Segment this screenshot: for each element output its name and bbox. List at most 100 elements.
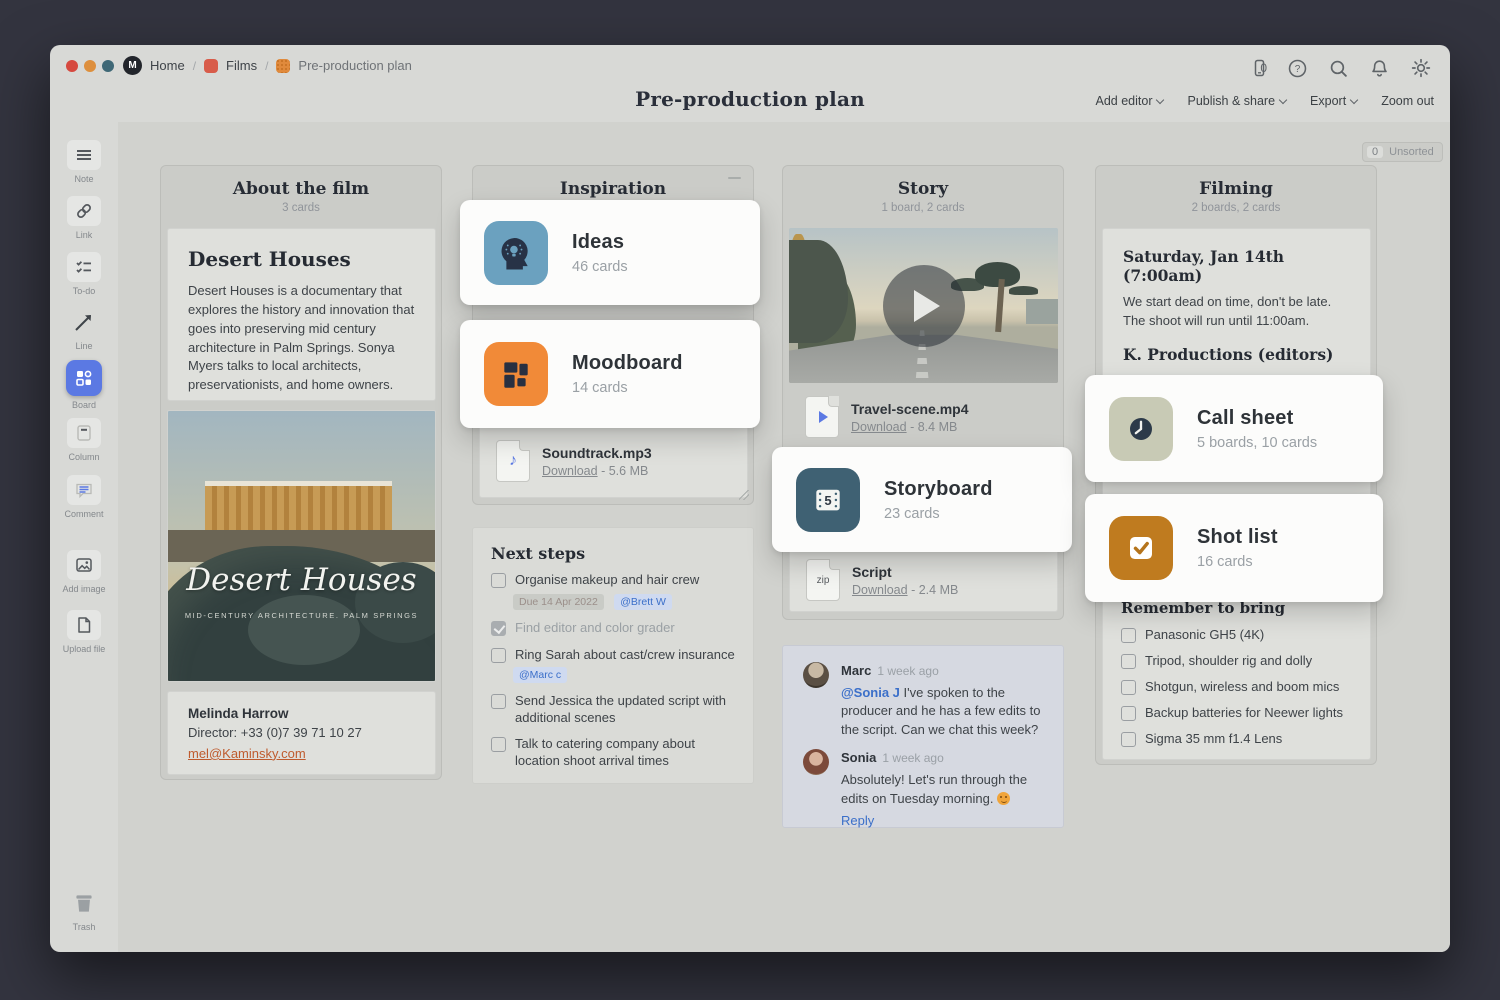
todo-item: Send Jessica the updated script with add…: [491, 693, 737, 727]
note-card-desert-houses[interactable]: Desert Houses Desert Houses is a documen…: [167, 228, 436, 401]
checkbox-unchecked[interactable]: [1121, 706, 1136, 721]
board-card-moodboard[interactable]: Moodboard 14 cards: [460, 320, 760, 428]
checkbox-checked[interactable]: [491, 621, 506, 636]
file-card-soundtrack[interactable]: ♪ Soundtrack.mp3 Download - 5.6 MB: [479, 424, 748, 498]
sidebar-item-todo[interactable]: To-do: [50, 252, 118, 296]
add-editor-button[interactable]: Add editor: [1096, 94, 1164, 108]
board-card-storyboard[interactable]: 5 Storyboard 23 cards: [772, 447, 1072, 552]
file-card-script[interactable]: zip Script Download - 2.4 MB: [789, 548, 1058, 612]
board-card-ideas[interactable]: Ideas 46 cards: [460, 200, 760, 305]
todo-item: Ring Sarah about cast/crew insurance: [491, 647, 737, 664]
breadcrumb-home[interactable]: Home: [150, 58, 185, 73]
breadcrumb-current[interactable]: Pre-production plan: [298, 58, 411, 73]
sidebar-item-column[interactable]: Column: [50, 418, 118, 462]
video-palm-trunk: [995, 279, 1005, 332]
video-file-icon: [805, 396, 839, 438]
export-button[interactable]: Export: [1310, 94, 1357, 108]
close-window-button[interactable]: [66, 60, 78, 72]
due-date-tag[interactable]: Due 14 Apr 2022: [513, 594, 604, 610]
download-link[interactable]: Download: [852, 583, 908, 597]
contact-card[interactable]: Melinda Harrow Director: +33 (0)7 39 71 …: [167, 691, 436, 775]
column-title[interactable]: About the film: [161, 179, 441, 199]
minimize-window-button[interactable]: [84, 60, 96, 72]
file-name: Soundtrack.mp3: [542, 445, 652, 461]
smile-emoji: [997, 792, 1010, 805]
sidebar-item-link[interactable]: Link: [50, 196, 118, 240]
todo-item: Sigma 35 mm f1.4 Lens: [1121, 731, 1357, 748]
column-title[interactable]: Inspiration: [473, 179, 753, 199]
unsorted-badge[interactable]: 0 Unsorted: [1362, 142, 1443, 162]
todo-item: Find editor and color grader: [491, 620, 737, 637]
board-card-count: 14 cards: [572, 380, 683, 396]
board-card-count: 46 cards: [572, 259, 628, 275]
checkbox-unchecked[interactable]: [491, 648, 506, 663]
sidebar-item-comment[interactable]: Comment: [50, 475, 118, 519]
zoom-window-button[interactable]: [102, 60, 114, 72]
todo-item: Tripod, shoulder rig and dolly: [1121, 653, 1357, 670]
todo-item: Backup batteries for Neewer lights: [1121, 705, 1357, 722]
checkbox-unchecked[interactable]: [1121, 680, 1136, 695]
window-controls[interactable]: [66, 60, 114, 72]
link-icon: [74, 201, 94, 221]
note-body: We start dead on time, don't be late. Th…: [1123, 293, 1350, 331]
column-icon: [74, 423, 94, 443]
chevron-down-icon: [1279, 96, 1287, 104]
note-card-equipment-checklist[interactable]: Remember to bring Panasonic GH5 (4K) Tri…: [1102, 588, 1371, 760]
file-size: 5.6 MB: [609, 464, 649, 478]
mention-tag[interactable]: @Brett W: [614, 594, 672, 610]
checkbox-unchecked[interactable]: [1121, 654, 1136, 669]
sidebar-item-note[interactable]: Note: [50, 140, 118, 184]
image-card-desert-houses[interactable]: Desert Houses MID-CENTURY ARCHITECTURE. …: [167, 410, 436, 682]
board-card-shot-list[interactable]: Shot list 16 cards: [1085, 494, 1383, 602]
board-card-count: 16 cards: [1197, 554, 1278, 570]
board-card-title: Shot list: [1197, 526, 1278, 549]
checkbox-unchecked[interactable]: [491, 737, 506, 752]
sidebar-item-line[interactable]: Line: [50, 307, 118, 351]
sidebar-item-trash[interactable]: Trash: [50, 888, 118, 932]
note-body: Desert Houses is a documentary that expl…: [188, 282, 415, 395]
column-count: 2 boards, 2 cards: [1096, 202, 1376, 214]
video-thumbnail[interactable]: [789, 228, 1058, 383]
sidebar-item-upload-file[interactable]: Upload file: [50, 610, 118, 654]
column-title[interactable]: Filming: [1096, 179, 1376, 199]
checkbox-unchecked[interactable]: [491, 573, 506, 588]
checkbox-unchecked[interactable]: [491, 694, 506, 709]
search-icon[interactable]: [1328, 58, 1349, 79]
comment: Sonia1 week ago Absolutely! Let's run th…: [803, 749, 1043, 828]
storyboard-film-icon: 5: [796, 468, 860, 532]
comment-icon: [74, 480, 94, 500]
checkbox-unchecked[interactable]: [1121, 628, 1136, 643]
breadcrumb-films[interactable]: Films: [226, 58, 257, 73]
sidebar-item-board[interactable]: Board: [50, 360, 118, 410]
sidebar-item-add-image[interactable]: Add image: [50, 550, 118, 594]
note-card-next-steps[interactable]: Next steps Organise makeup and hair crew…: [472, 527, 754, 784]
download-link[interactable]: Download: [851, 420, 907, 434]
file-card-travel-scene[interactable]: Travel-scene.mp4 Download - 8.4 MB: [805, 396, 1051, 438]
device-count: 0: [1260, 61, 1267, 75]
reply-link[interactable]: Reply: [841, 813, 1043, 828]
mention-tag[interactable]: @Marc c: [513, 667, 567, 683]
board-card-count: 5 boards, 10 cards: [1197, 435, 1317, 451]
play-button[interactable]: [883, 265, 965, 347]
collapse-column-button[interactable]: [728, 177, 741, 179]
publish-share-button[interactable]: Publish & share: [1187, 94, 1286, 108]
breadcrumb-separator: /: [193, 59, 196, 73]
help-icon[interactable]: ?: [1287, 58, 1308, 79]
comment-time: 1 week ago: [882, 751, 943, 765]
board-canvas[interactable]: 0 Unsorted About the film 3 cards Desert…: [118, 122, 1450, 952]
column-count: 1 board, 2 cards: [783, 202, 1063, 214]
zoom-out-button[interactable]: Zoom out: [1381, 94, 1434, 108]
column-title[interactable]: Story: [783, 179, 1063, 199]
contact-email-link[interactable]: mel@Kaminsky.com: [188, 745, 415, 764]
comment-thread-card[interactable]: Marc1 week ago @Sonia J I've spoken to t…: [782, 645, 1064, 828]
board-card-call-sheet[interactable]: Call sheet 5 boards, 10 cards: [1085, 375, 1383, 482]
notifications-bell-icon[interactable]: [1369, 58, 1390, 79]
mention-link[interactable]: @Sonia J: [841, 685, 900, 700]
settings-gear-icon[interactable]: [1410, 57, 1432, 79]
file-name: Travel-scene.mp4: [851, 401, 969, 417]
download-link[interactable]: Download: [542, 464, 598, 478]
resize-handle[interactable]: [739, 490, 749, 500]
column-count: 3 cards: [161, 202, 441, 214]
milanote-logo-icon[interactable]: M: [123, 56, 142, 75]
checkbox-unchecked[interactable]: [1121, 732, 1136, 747]
